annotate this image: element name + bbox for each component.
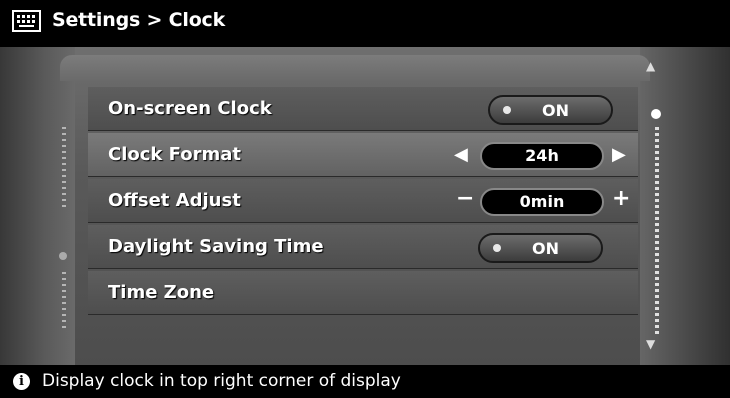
toggle-indicator-icon [493,244,501,252]
status-bar: i Display clock in top right corner of d… [0,365,730,398]
right-bezel [640,47,730,365]
daylight-saving-toggle[interactable]: ON [478,233,603,263]
offset-adjust-value: 0min [480,188,604,216]
menu-item-clock-format[interactable]: Clock Format ◀ 24h ▶ [88,133,638,177]
menu-item-label: Offset Adjust [108,190,241,211]
info-icon: i [13,373,30,390]
settings-keyboard-icon [12,10,41,32]
scrollbar-track[interactable] [655,127,659,337]
left-scale-dots [62,127,66,207]
plus-icon[interactable]: + [612,187,630,211]
page-title: Settings > Clock [52,9,226,31]
triangle-left-icon[interactable]: ◀ [454,143,468,167]
menu-item-label: On-screen Clock [108,98,272,119]
title-bar: Settings > Clock [0,0,730,47]
left-scale-knob [59,252,67,260]
toggle-indicator-icon [503,106,511,114]
menu-item-label: Time Zone [108,282,215,303]
menu-item-daylight-saving-time[interactable]: Daylight Saving Time ON [88,225,638,269]
menu-item-time-zone[interactable]: Time Zone [88,271,638,315]
status-message: Display clock in top right corner of dis… [42,371,401,391]
scroll-position-indicator[interactable] [651,109,661,119]
value-text: 0min [519,192,565,211]
on-screen-clock-toggle[interactable]: ON [488,95,613,125]
top-band [60,55,650,81]
toggle-value: ON [532,239,559,258]
scroll-up-arrow-icon[interactable]: ▲ [646,59,655,73]
left-scale-dots-lower [62,272,66,332]
menu-item-offset-adjust[interactable]: Offset Adjust − 0min + [88,179,638,223]
minus-icon[interactable]: − [456,187,474,211]
menu-item-label: Daylight Saving Time [108,236,324,257]
triangle-right-icon[interactable]: ▶ [612,143,626,167]
toggle-value: ON [542,101,569,120]
menu-item-on-screen-clock[interactable]: On-screen Clock ON [88,87,638,131]
value-text: 24h [525,146,559,165]
scroll-down-arrow-icon[interactable]: ▼ [646,337,655,351]
settings-panel: On-screen Clock ON Clock Format ◀ 24h ▶ … [0,47,730,365]
nav-screen: Settings > Clock On-screen Clock ON Cloc… [0,0,730,398]
clock-format-value: 24h [480,142,604,170]
menu-item-label: Clock Format [108,144,241,165]
